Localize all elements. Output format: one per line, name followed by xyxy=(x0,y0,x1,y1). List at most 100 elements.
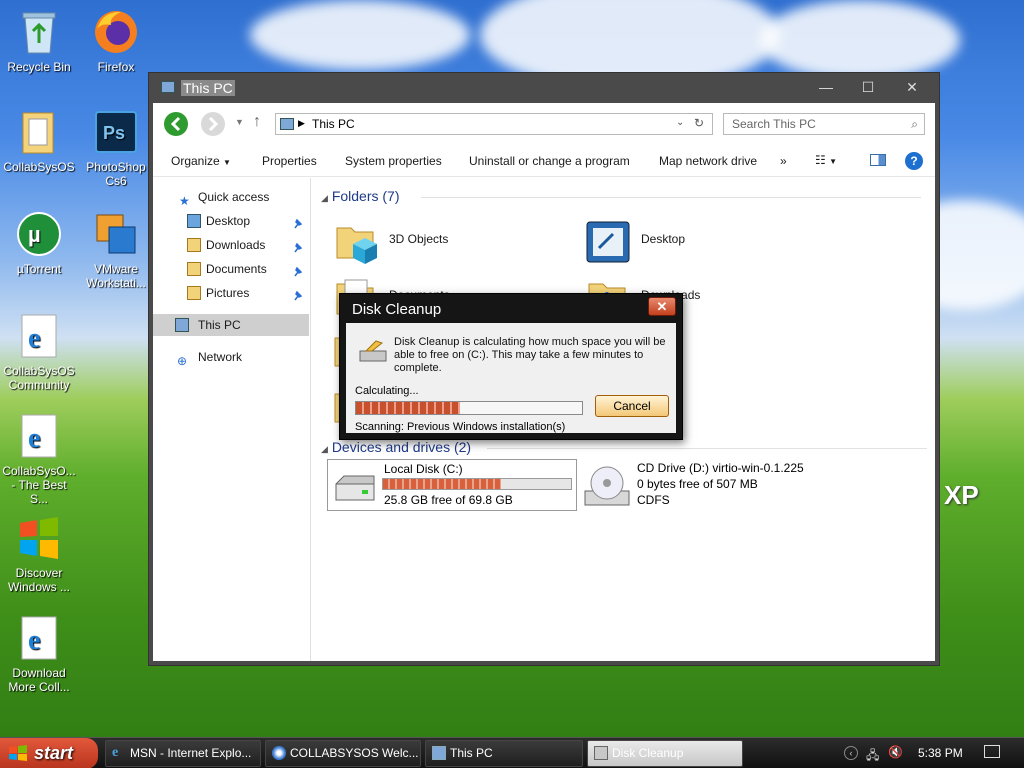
start-button[interactable]: start xyxy=(0,738,98,768)
volume-muted-icon[interactable]: 🔇 xyxy=(888,745,903,759)
recycle-bin-icon xyxy=(15,8,63,56)
explorer-titlebar[interactable]: This PC — ☐ ✕ xyxy=(149,73,939,103)
nav-label: Network xyxy=(198,350,243,364)
desktop-icon-recycle-bin[interactable]: Recycle Bin xyxy=(1,8,77,74)
tray-expand-icon[interactable]: ‹ xyxy=(844,746,858,760)
window-title: This PC xyxy=(181,80,235,96)
svg-text:e: e xyxy=(28,625,40,656)
pin-icon[interactable] xyxy=(293,287,303,301)
nav-item-quick-access[interactable]: ★ Quick access xyxy=(153,186,309,208)
desktop-icon-label: Recycle Bin xyxy=(7,60,71,74)
desktop-icon-utorrent[interactable]: µ µTorrent xyxy=(1,210,77,276)
this-pc-icon xyxy=(432,746,446,760)
calculating-label: Calculating... xyxy=(355,385,419,397)
cleanup-progress-bar xyxy=(355,401,583,415)
firefox-icon xyxy=(92,8,140,56)
this-pc-icon xyxy=(280,118,294,130)
3d-objects-folder-icon xyxy=(336,227,377,264)
maximize-button[interactable]: ☐ xyxy=(853,77,883,97)
pin-icon[interactable] xyxy=(293,263,303,277)
nav-label: Downloads xyxy=(206,238,266,252)
address-bar[interactable]: ▶ This PC ⌄ ↻ xyxy=(275,113,713,135)
clock[interactable]: 5:38 PM xyxy=(918,746,963,760)
xp-logo: XP xyxy=(944,480,979,510)
nav-label: Desktop xyxy=(206,214,251,228)
nav-item-downloads[interactable]: Downloads xyxy=(153,234,309,256)
pin-icon[interactable] xyxy=(293,239,303,253)
dialog-close-button[interactable]: ✕ xyxy=(648,297,676,316)
organize-button[interactable]: Organize ▼ xyxy=(171,154,231,168)
folder-3d-objects[interactable]: 3D Objects xyxy=(333,218,533,274)
svg-text:e: e xyxy=(28,423,40,454)
taskbar-item-collabsysos[interactable]: COLLABSYSOS Welc... xyxy=(265,740,421,767)
address-row: ▼ ↑ ▶ This PC ⌄ ↻ Search This PC ⌕ xyxy=(153,103,935,145)
network-tray-icon[interactable]: 🖧 xyxy=(866,746,879,767)
address-text: This PC xyxy=(312,117,355,131)
desktop-icon-collabsysos-community[interactable]: e CollabSysOS Community xyxy=(1,312,77,392)
cd-drive-icon xyxy=(584,466,630,506)
nav-item-documents[interactable]: Documents xyxy=(153,258,309,280)
disk-cleanup-dialog[interactable]: Disk Cleanup ✕ Disk Cleanup is calculati… xyxy=(339,293,683,440)
pin-icon[interactable] xyxy=(293,215,303,229)
recent-locations-chevron-icon[interactable]: ▼ xyxy=(235,117,244,127)
desktop-icon-label: µTorrent xyxy=(16,262,62,276)
desktop-icon-discover-windows[interactable]: Discover Windows ... xyxy=(1,514,77,594)
close-button[interactable]: ✕ xyxy=(897,77,927,97)
svg-text:Ps: Ps xyxy=(103,123,125,143)
more-commands-button[interactable]: » xyxy=(780,154,787,168)
documents-folder-icon xyxy=(187,262,201,276)
desktop-icon-collabsysos-best[interactable]: e CollabSysO... - The Best S... xyxy=(1,412,77,506)
forward-button[interactable] xyxy=(201,112,225,136)
taskbar-item-disk-cleanup[interactable]: Disk Cleanup xyxy=(587,740,743,767)
desktop-icon-photoshop[interactable]: Ps PhotoShop Cs6 xyxy=(78,108,154,188)
desktop-icon-collabsysos[interactable]: CollabSysOS xyxy=(1,108,77,174)
help-icon[interactable]: ? xyxy=(905,152,923,170)
nav-item-pictures[interactable]: Pictures xyxy=(153,282,309,304)
cancel-button[interactable]: Cancel xyxy=(595,395,669,417)
properties-button[interactable]: Properties xyxy=(262,154,317,168)
breadcrumb-separator-icon: ▶ xyxy=(298,118,305,128)
drive-free-space: 0 bytes free of 507 MB xyxy=(637,477,758,491)
desktop-icon-firefox[interactable]: Firefox xyxy=(78,8,154,74)
change-view-icon[interactable]: ☷ ▼ xyxy=(815,153,837,167)
minimize-button[interactable]: — xyxy=(811,77,841,97)
action-center-icon[interactable] xyxy=(984,745,1000,758)
desktop-folder-icon xyxy=(187,214,201,228)
folders-group-header[interactable]: ◢ Folders (7) xyxy=(321,188,921,204)
map-network-drive-button[interactable]: Map network drive xyxy=(659,154,757,168)
back-button[interactable] xyxy=(164,112,188,136)
search-input[interactable]: Search This PC ⌕ xyxy=(723,113,925,135)
this-pc-icon xyxy=(175,318,189,332)
preview-pane-icon[interactable] xyxy=(870,154,886,166)
uninstall-program-button[interactable]: Uninstall or change a program xyxy=(469,154,630,168)
taskbar-item-this-pc[interactable]: This PC xyxy=(425,740,583,767)
nav-label: Quick access xyxy=(198,190,270,204)
folder-label: 3D Objects xyxy=(389,232,449,246)
command-bar: Organize ▼ Properties System properties … xyxy=(153,145,935,177)
this-pc-icon xyxy=(161,81,175,93)
collapse-arrow-icon: ◢ xyxy=(321,444,328,454)
nav-item-network[interactable]: ⊕ Network xyxy=(153,346,309,368)
nav-item-desktop[interactable]: Desktop xyxy=(153,210,309,232)
devices-group-header[interactable]: ◢ Devices and drives (2) xyxy=(321,439,927,455)
desktop-icon-vmware[interactable]: VMware Workstati... xyxy=(78,210,154,290)
disk-cleanup-icon xyxy=(359,340,387,362)
desktop-folder-icon xyxy=(586,221,630,263)
svg-text:µ: µ xyxy=(28,222,41,247)
nav-item-this-pc[interactable]: This PC xyxy=(153,314,309,336)
taskbar-item-label: COLLABSYSOS Welc... xyxy=(290,746,419,760)
drive-cd-d[interactable]: CD Drive (D:) virtio-win-0.1.225 0 bytes… xyxy=(581,459,861,511)
drive-local-disk-c[interactable]: Local Disk (C:) 25.8 GB free of 69.8 GB xyxy=(327,459,577,511)
drive-usage-bar xyxy=(382,478,572,490)
desktop-icon-download-more[interactable]: e Download More Coll... xyxy=(1,614,77,694)
up-button[interactable]: ↑ xyxy=(253,113,261,131)
utorrent-icon: µ xyxy=(15,210,63,258)
taskbar-item-msn[interactable]: e MSN - Internet Explo... xyxy=(105,740,261,767)
system-properties-button[interactable]: System properties xyxy=(345,154,442,168)
folder-desktop[interactable]: Desktop xyxy=(585,218,785,274)
address-dropdown-icon[interactable]: ⌄ xyxy=(676,117,684,128)
svg-text:e: e xyxy=(28,323,40,354)
refresh-icon[interactable]: ↻ xyxy=(694,116,704,130)
taskbar-item-label: Disk Cleanup xyxy=(612,746,684,760)
navigation-pane: ★ Quick access Desktop Downloads Documen… xyxy=(153,178,311,661)
